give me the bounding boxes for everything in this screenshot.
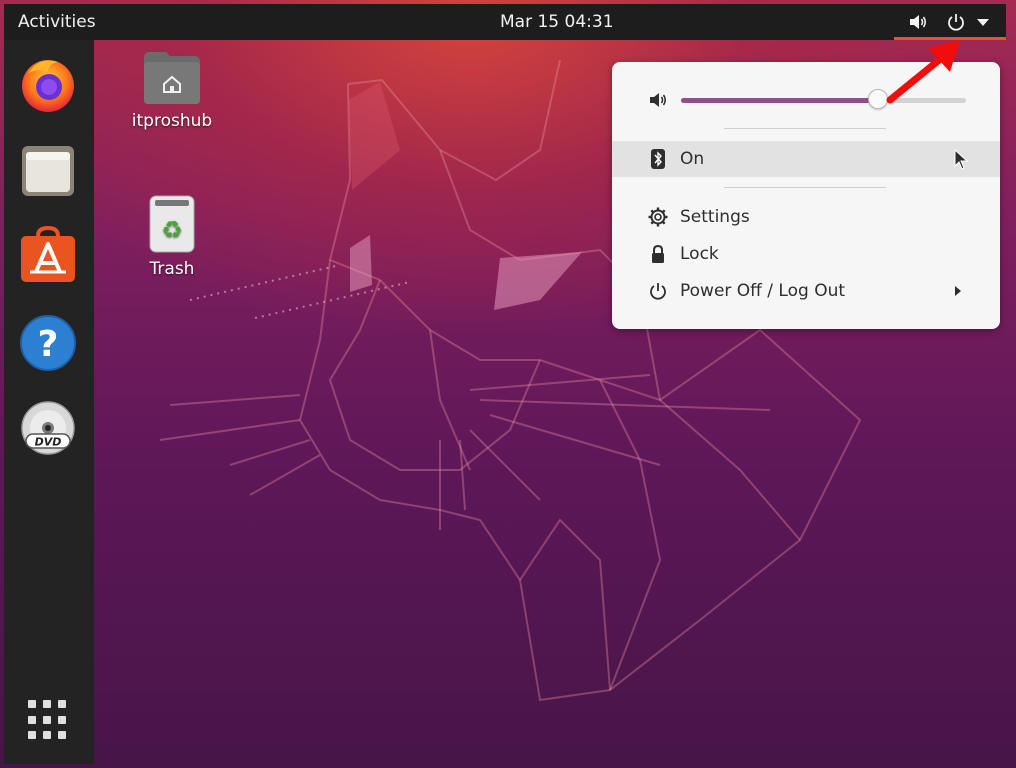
firefox-icon[interactable] (18, 54, 78, 114)
settings-menu-item[interactable]: Settings (612, 199, 1000, 235)
svg-text:?: ? (38, 324, 59, 365)
trash-icon: ♻ (149, 195, 195, 253)
volume-icon[interactable] (908, 12, 928, 32)
volume-icon (650, 93, 667, 107)
clock-datetime[interactable]: Mar 15 04:31 (500, 12, 614, 32)
mouse-cursor-icon (954, 149, 969, 170)
gear-icon (648, 207, 668, 227)
power-icon[interactable] (946, 12, 966, 32)
power-off-label: Power Off / Log Out (680, 281, 846, 301)
svg-text:♻: ♻ (161, 216, 183, 244)
files-icon[interactable] (18, 140, 78, 200)
svg-text:DVD: DVD (35, 436, 62, 449)
desktop-icon-home[interactable]: itproshub (128, 50, 216, 131)
desktop-icon-label: Trash (149, 259, 195, 279)
home-folder-icon (144, 52, 200, 104)
desktop-icon-trash[interactable]: ♻ Trash (134, 194, 210, 279)
top-bar: Activities Mar 15 04:31 (4, 4, 1006, 40)
submenu-arrow-icon (955, 286, 961, 296)
dropdown-arrow-icon[interactable] (976, 18, 990, 28)
desktop-icon-label: itproshub (131, 111, 213, 131)
app-grid-icon[interactable] (28, 700, 68, 740)
lock-icon (652, 244, 664, 263)
menu-separator (724, 128, 886, 129)
dock: ? DVD (4, 40, 94, 764)
software-store-icon[interactable] (18, 226, 78, 286)
volume-slider-fill (681, 98, 878, 103)
dvd-icon[interactable]: DVD (18, 398, 78, 458)
power-icon (650, 283, 666, 300)
settings-label: Settings (680, 207, 750, 227)
activities-button[interactable]: Activities (18, 12, 96, 32)
menu-separator (724, 187, 886, 188)
bluetooth-menu-item[interactable]: On (612, 141, 1000, 177)
annotation-arrow-icon (886, 40, 960, 104)
lock-menu-item[interactable]: Lock (612, 236, 1000, 272)
bluetooth-status-label: On (680, 149, 705, 169)
bluetooth-icon (651, 149, 665, 169)
lock-label: Lock (680, 244, 719, 264)
help-icon[interactable]: ? (18, 312, 78, 372)
power-off-menu-item[interactable]: Power Off / Log Out (612, 273, 1000, 309)
